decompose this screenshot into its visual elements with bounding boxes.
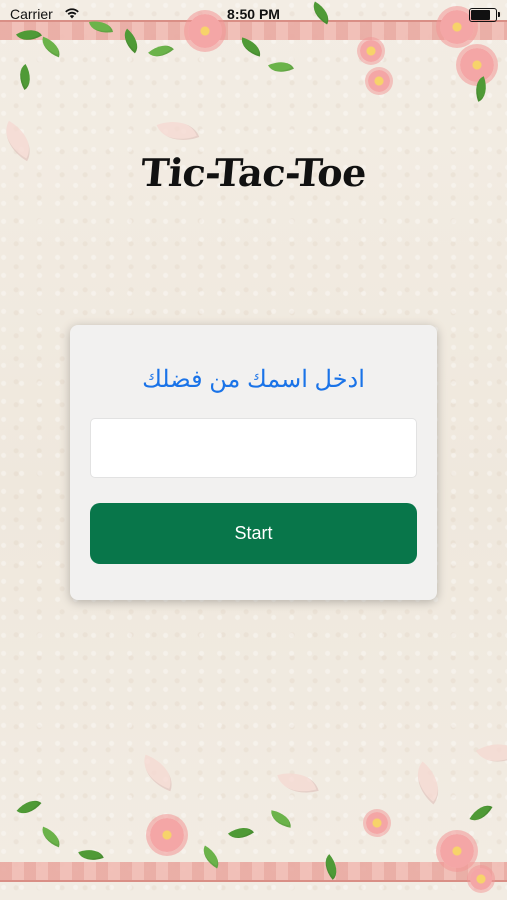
name-input[interactable]: [90, 418, 417, 478]
start-button[interactable]: Start: [90, 503, 417, 564]
floral-border-bottom: [0, 862, 507, 880]
flower-decoration: [440, 834, 474, 868]
flower-decoration: [470, 868, 492, 890]
flower-decoration: [368, 70, 390, 92]
flower-decoration: [366, 812, 388, 834]
status-bar: Carrier 8:50 PM: [0, 0, 507, 28]
status-time: 8:50 PM: [227, 6, 280, 22]
battery-level-fill: [471, 10, 490, 20]
name-prompt: ادخل اسمك من فضلك: [142, 366, 365, 393]
app-title: Tic-Tac-Toe: [138, 150, 369, 195]
flower-decoration: [150, 818, 184, 852]
flower-decoration: [460, 48, 494, 82]
border-line-bottom: [0, 880, 507, 882]
flower-decoration: [360, 40, 382, 62]
battery-icon: [469, 8, 500, 22]
name-entry-card: ادخل اسمك من فضلك Start: [70, 325, 437, 600]
